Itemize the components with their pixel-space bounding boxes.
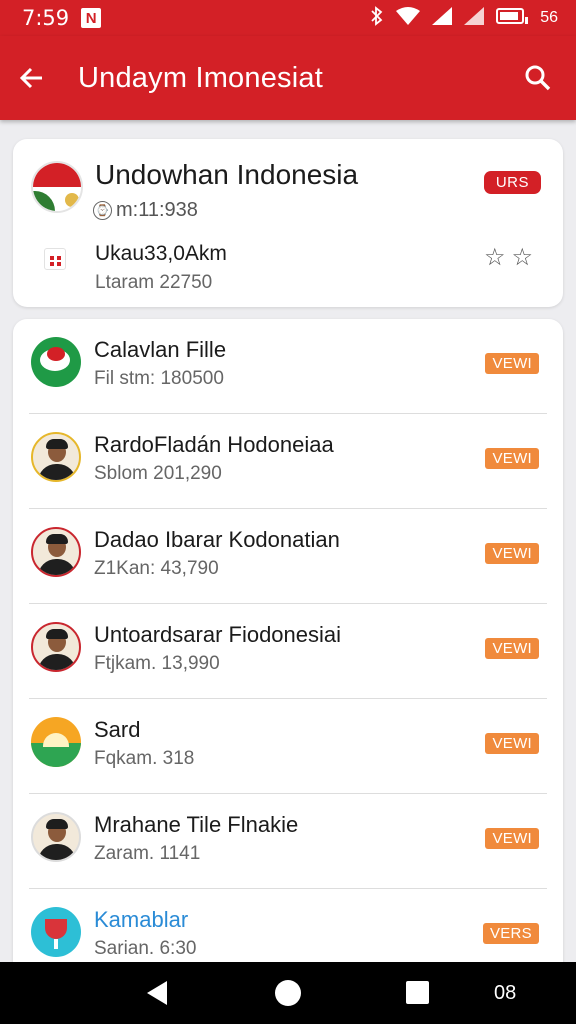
status-time: 7:59 (22, 6, 70, 30)
list-item-subtitle: Fqkam. 318 (94, 748, 195, 769)
list-item-title: Mrahane Tile Flnakie (94, 812, 299, 837)
list-item[interactable]: Dadao Ibarar Kodonatian Z1Kan: 43,790 VE… (13, 509, 563, 604)
list-item[interactable]: Sard Fqkam. 318 VEWI (13, 699, 563, 794)
view-button[interactable]: VEWI (485, 448, 539, 469)
person-avatar (31, 527, 81, 577)
summary-card[interactable]: Undowhan Indonesia ⌚ m:11:938 URS Ukau33… (13, 139, 563, 307)
list-item-subtitle: Zaram. 1141 (94, 843, 201, 864)
view-button[interactable]: VEWI (485, 543, 539, 564)
list-item-subtitle: Ftjkam. 13,990 (94, 653, 220, 674)
battery-icon (496, 7, 529, 29)
list-item-title: Kamablar (94, 907, 189, 932)
green-logo-avatar (31, 337, 81, 387)
list-item-subtitle: Z1Kan: 43,790 (94, 558, 219, 579)
back-arrow-icon[interactable] (0, 46, 64, 110)
indonesia-flag-avatar (31, 161, 83, 213)
cup-logo-avatar (31, 907, 81, 957)
status-icons: 56 (370, 5, 558, 31)
person-avatar (31, 622, 81, 672)
results-list: Calavlan Fille Fil stm: 180500 VEWI Rard… (13, 319, 563, 979)
page-title: Undaym Imonesiat (78, 61, 323, 94)
view-button[interactable]: VERS (482, 923, 539, 944)
list-item[interactable]: Mrahane Tile Flnakie Zaram. 1141 VEWI (13, 794, 563, 889)
list-item-subtitle: Fil stm: 180500 (94, 368, 224, 389)
list-item-title: Calavlan Fille (94, 337, 227, 362)
list-item-title: RardoFladán Hodoneiaa (94, 432, 334, 457)
nav-recents-icon[interactable] (406, 981, 429, 1004)
person-avatar (31, 432, 81, 482)
view-button[interactable]: VEWI (485, 353, 539, 374)
summary-title: Undowhan Indonesia (95, 159, 359, 190)
navigation-bar: 08 (0, 962, 576, 1024)
calendar-icon (44, 248, 66, 270)
search-icon[interactable] (506, 46, 570, 110)
list-item-subtitle: Sblom 201,290 (94, 463, 222, 484)
status-badge[interactable]: URS (483, 171, 541, 194)
summary-line2: Ukau33,0Akm (95, 242, 227, 265)
list-item[interactable]: Untoardsarar Fiodonesiai Ftjkam. 13,990 … (13, 604, 563, 699)
person-avatar (31, 812, 81, 862)
star-rating-icon[interactable]: ☆☆ (484, 243, 539, 272)
notification-icon: N (81, 8, 102, 28)
view-button[interactable]: VEWI (485, 638, 539, 659)
summary-subtitle: ⌚ m:11:938 (93, 199, 198, 222)
nav-extra-text: 08 (494, 982, 517, 1004)
list-item[interactable]: Calavlan Fille Fil stm: 180500 VEWI (13, 319, 563, 414)
summary-line3: Ltaram 22750 (95, 272, 213, 293)
battery-level: 56 (540, 9, 558, 26)
list-item-title: Sard (94, 717, 141, 742)
signal-2-icon (464, 6, 485, 30)
summary-subtitle-text: m:11:938 (116, 199, 198, 221)
status-bar: 7:59 N 56 (0, 0, 576, 36)
clock-icon: ⌚ (93, 201, 112, 220)
sun-logo-avatar (31, 717, 81, 767)
signal-icon (432, 6, 453, 30)
nav-back-icon[interactable] (147, 981, 167, 1005)
bluetooth-icon (370, 5, 384, 31)
list-item-title: Untoardsarar Fiodonesiai (94, 622, 342, 647)
wifi-icon (396, 6, 421, 30)
nav-home-icon[interactable] (275, 980, 301, 1006)
list-item-subtitle: Sarian. 6:30 (94, 938, 197, 959)
app-bar: Undaym Imonesiat (0, 36, 576, 120)
view-button[interactable]: VEWI (485, 828, 539, 849)
list-item-title: Dadao Ibarar Kodonatian (94, 527, 340, 552)
view-button[interactable]: VEWI (485, 733, 539, 754)
list-item[interactable]: RardoFladán Hodoneiaa Sblom 201,290 VEWI (13, 414, 563, 509)
